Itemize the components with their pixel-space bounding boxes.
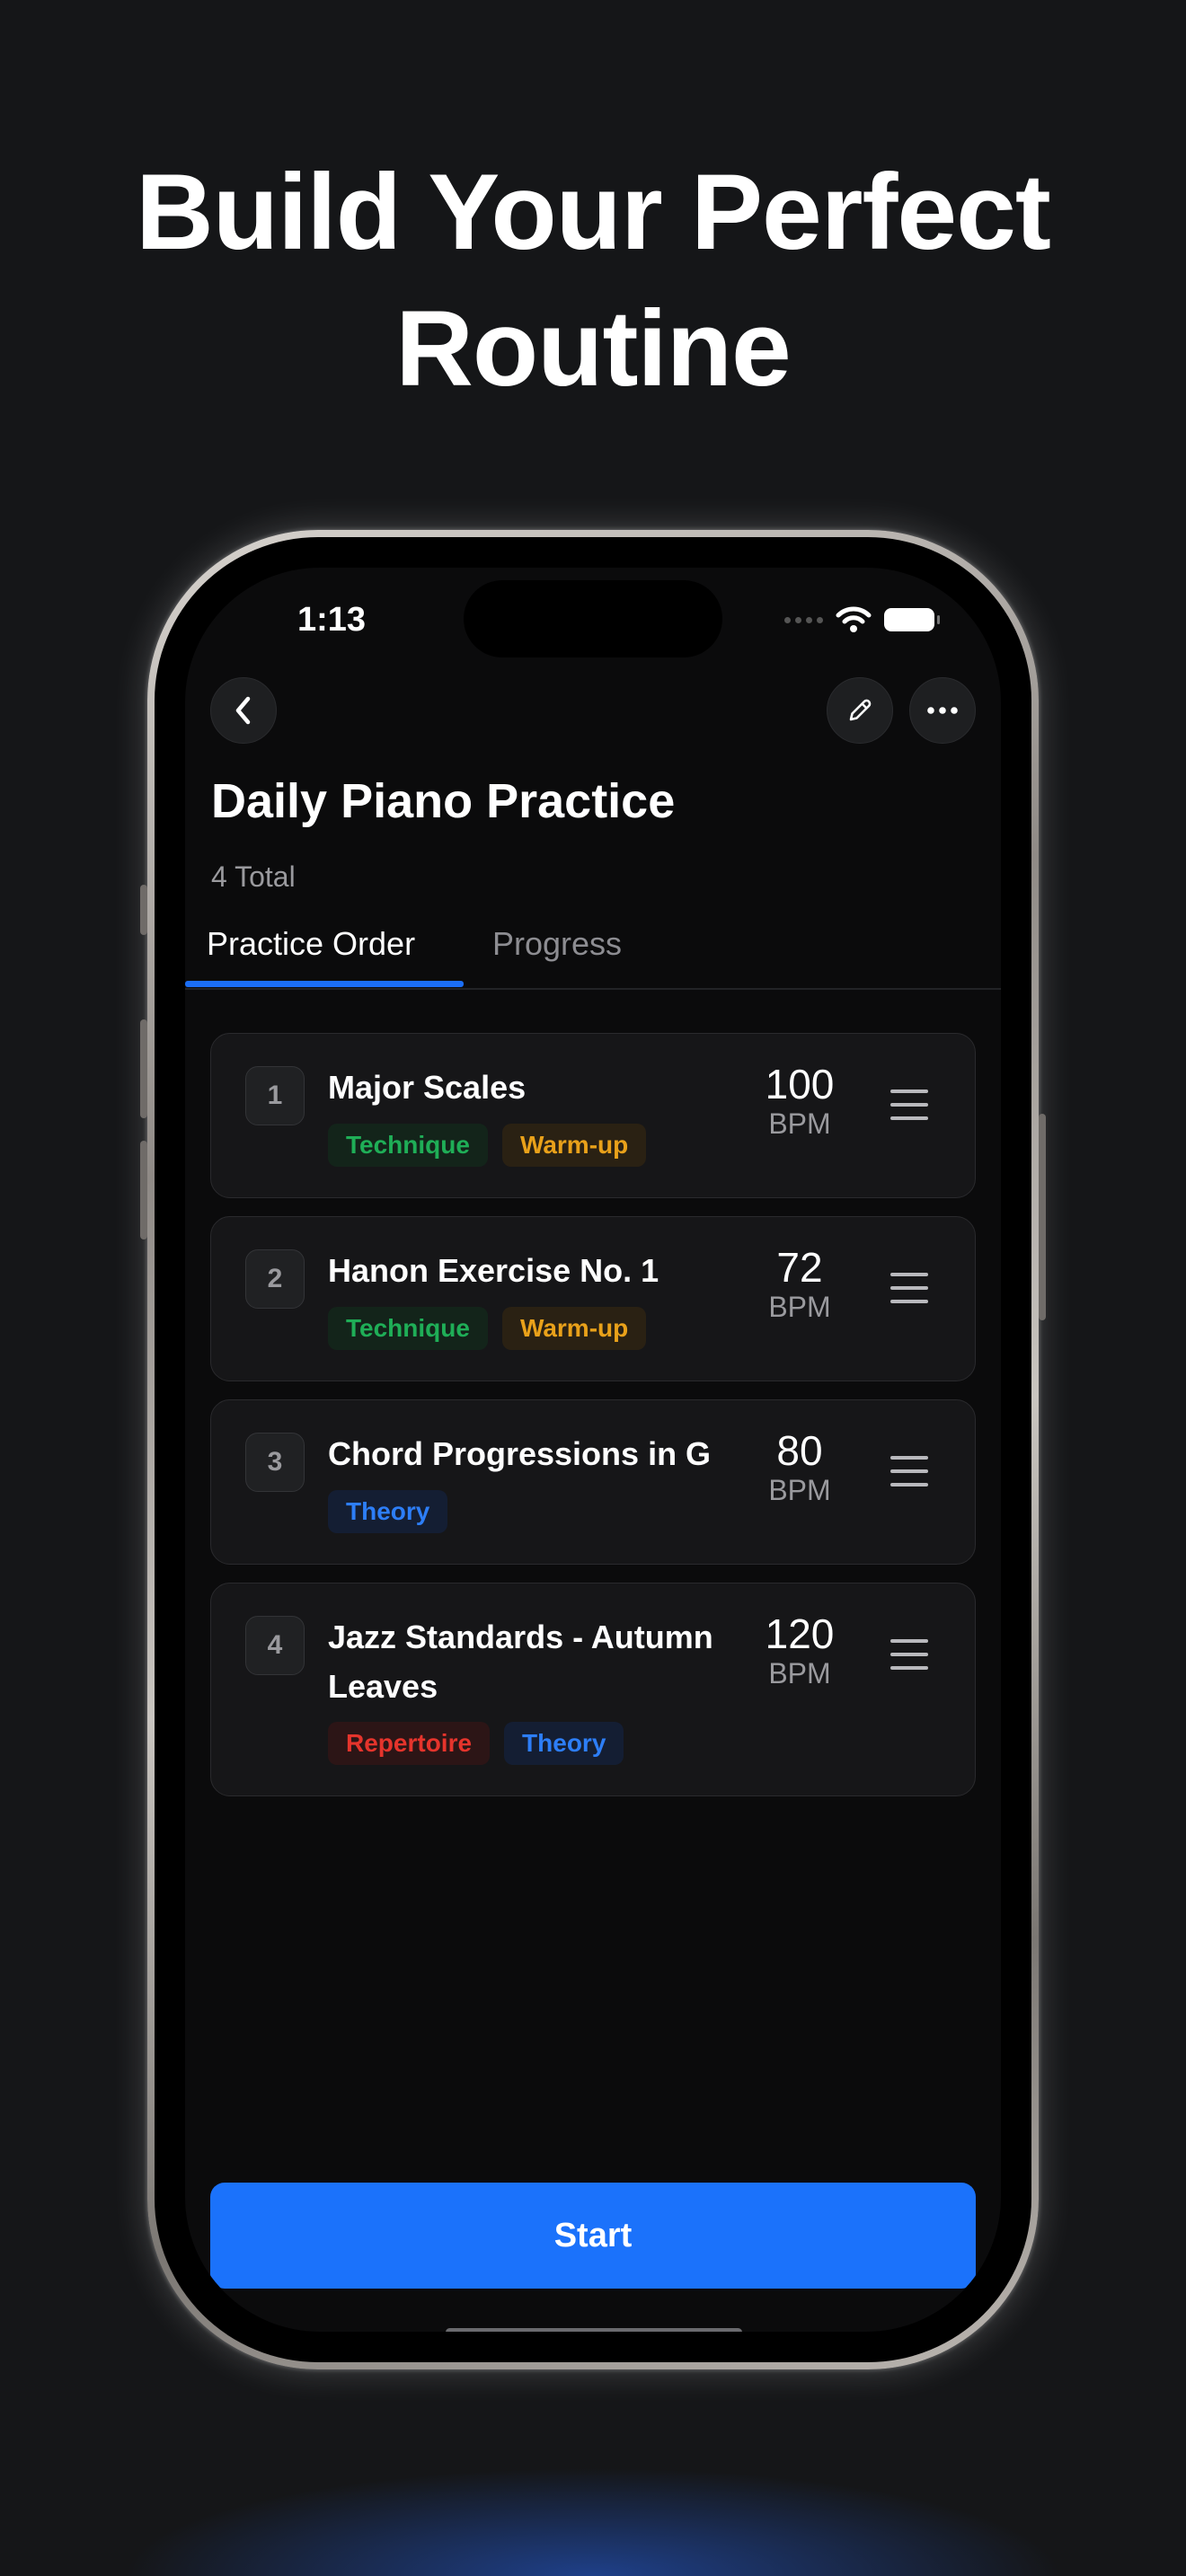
list-item[interactable]: 2 Hanon Exercise No. 1 Technique Warm-up… — [210, 1216, 976, 1381]
tag-warm-up: Warm-up — [501, 1124, 647, 1167]
bpm-unit: BPM — [768, 1657, 831, 1689]
bpm-unit: BPM — [768, 1291, 831, 1323]
item-name: Hanon Exercise No. 1 — [328, 1252, 659, 1289]
dynamic-island — [464, 580, 722, 657]
tag-list: Technique Warm-up — [328, 1307, 647, 1350]
item-number-badge: 2 — [245, 1249, 305, 1309]
drag-handle-icon[interactable] — [890, 1639, 928, 1680]
drag-handle-icon[interactable] — [890, 1456, 928, 1496]
headline-line-2: Routine — [395, 288, 792, 409]
item-name: Major Scales — [328, 1069, 527, 1106]
active-tab-indicator — [185, 981, 464, 987]
phone-volume-up-button — [140, 1019, 147, 1118]
wifi-icon — [836, 606, 872, 632]
tempo-display: 72 BPM — [741, 1244, 858, 1323]
tag-list: Theory — [328, 1490, 448, 1533]
item-number-badge: 3 — [245, 1433, 305, 1492]
item-name: Chord Progressions in G — [328, 1435, 712, 1472]
item-name: Jazz Standards - Autumn Leaves — [328, 1619, 713, 1705]
tag-warm-up: Warm-up — [501, 1307, 647, 1350]
more-options-button[interactable] — [909, 677, 976, 744]
phone-volume-down-button — [140, 1141, 147, 1239]
tab-bar: Practice Order Progress — [185, 916, 1001, 990]
tab-practice-order[interactable]: Practice Order — [207, 916, 415, 972]
tempo-display: 120 BPM — [741, 1610, 858, 1689]
list-item[interactable]: 3 Chord Progressions in G Theory 80 BPM — [210, 1399, 976, 1565]
edit-button[interactable] — [827, 677, 893, 744]
bpm-unit: BPM — [768, 1107, 831, 1140]
chevron-left-icon — [235, 696, 251, 725]
status-time: 1:13 — [297, 601, 367, 639]
bpm-value: 72 — [776, 1244, 823, 1291]
bpm-value: 80 — [776, 1427, 823, 1474]
headline-line-1: Build Your Perfect — [136, 152, 1051, 272]
home-indicator — [446, 2328, 742, 2332]
pencil-icon — [849, 699, 872, 721]
phone-power-button — [1039, 1114, 1046, 1320]
start-button[interactable]: Start — [210, 2183, 976, 2289]
bpm-unit: BPM — [768, 1474, 831, 1506]
tag-list: Repertoire Theory — [328, 1722, 624, 1765]
tag-technique: Technique — [328, 1307, 488, 1350]
tag-theory: Theory — [328, 1490, 448, 1533]
back-button[interactable] — [210, 677, 277, 744]
battery-icon — [884, 608, 940, 631]
page-title: Daily Piano Practice — [211, 774, 676, 828]
bpm-value: 120 — [765, 1610, 835, 1657]
tempo-display: 80 BPM — [741, 1427, 858, 1506]
tag-technique: Technique — [328, 1124, 488, 1167]
bpm-value: 100 — [765, 1061, 835, 1107]
tag-repertoire: Repertoire — [328, 1722, 491, 1765]
list-item[interactable]: 4 Jazz Standards - Autumn Leaves Reperto… — [210, 1583, 976, 1796]
drag-handle-icon[interactable] — [890, 1273, 928, 1313]
status-indicators — [784, 602, 940, 638]
list-item[interactable]: 1 Major Scales Technique Warm-up 100 BPM — [210, 1033, 976, 1198]
signal-icon — [784, 616, 823, 623]
tag-theory: Theory — [504, 1722, 624, 1765]
tempo-display: 100 BPM — [741, 1061, 858, 1140]
phone-action-button — [140, 885, 147, 935]
marketing-headline: Build Your Perfect Routine — [0, 144, 1186, 417]
item-number-badge: 4 — [245, 1616, 305, 1675]
item-count: 4 Total — [211, 860, 296, 893]
tab-progress[interactable]: Progress — [492, 916, 622, 972]
phone-screen: 1:13 Daily Piano Practice 4 Total Practi… — [185, 568, 1001, 2332]
more-horizontal-icon — [927, 707, 958, 714]
item-number-badge: 1 — [245, 1066, 305, 1125]
drag-handle-icon[interactable] — [890, 1090, 928, 1130]
tag-list: Technique Warm-up — [328, 1124, 647, 1167]
